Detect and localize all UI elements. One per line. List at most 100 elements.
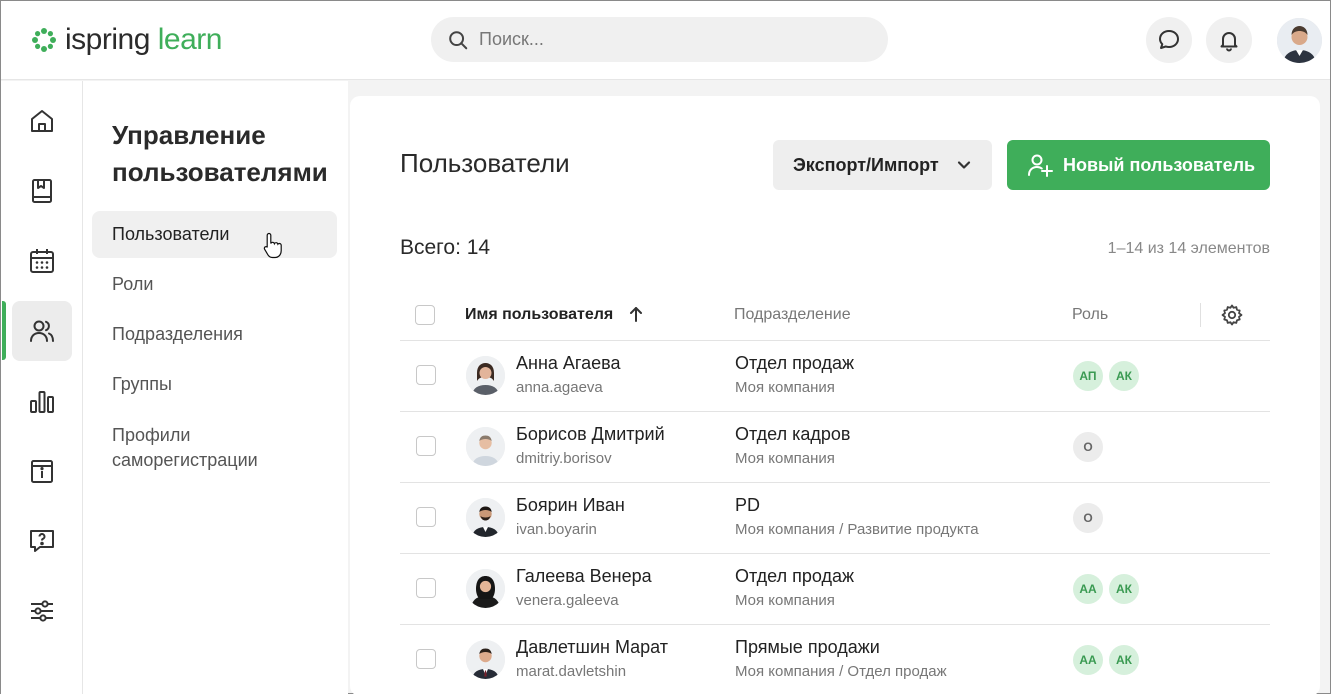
rail-item-calendar[interactable] — [12, 231, 72, 291]
user-login: ivan.boyarin — [516, 521, 597, 538]
department-name: PD — [735, 495, 761, 515]
row-checkbox[interactable] — [416, 507, 436, 527]
search-box[interactable] — [431, 17, 888, 62]
rail-item-help[interactable] — [12, 511, 72, 571]
role-badge: АК — [1109, 645, 1139, 675]
rail-item-info[interactable] — [12, 441, 72, 501]
app-logo[interactable]: ispring learn — [31, 23, 222, 57]
logo-mark-icon — [32, 28, 56, 52]
export-import-label: Экспорт/Импорт — [793, 154, 939, 175]
role-badge: АА — [1073, 645, 1103, 675]
row-checkbox[interactable] — [416, 649, 436, 669]
rail-item-settings[interactable] — [12, 581, 72, 641]
table-row[interactable]: Галеева Венера venera.galeeva Отдел прод… — [400, 554, 1270, 625]
page-title: Пользователи — [400, 148, 570, 178]
role-badges: О — [1073, 503, 1103, 533]
role-badges: О — [1073, 432, 1103, 462]
role-badges: АА АК — [1073, 574, 1139, 604]
users-icon — [30, 320, 54, 342]
role-badge: О — [1073, 503, 1103, 533]
calendar-icon — [30, 249, 54, 273]
avatar — [466, 569, 505, 608]
department-name: Отдел продаж — [735, 353, 854, 373]
avatar — [466, 356, 505, 395]
department-path: Моя компания — [735, 592, 835, 609]
subnav-item-roles[interactable]: Роли — [92, 261, 337, 308]
avatar — [466, 640, 505, 679]
settings-sliders-icon — [31, 600, 53, 622]
column-header-role[interactable]: Роль — [1072, 306, 1108, 324]
total-count: Всего: 14 — [400, 236, 491, 259]
active-indicator — [2, 301, 6, 360]
chat-button[interactable] — [1146, 17, 1192, 63]
column-header-name[interactable]: Имя пользователя — [465, 306, 613, 324]
info-board-icon — [31, 460, 53, 483]
avatar — [466, 427, 505, 466]
table-header: Имя пользователя Подразделение Роль — [400, 296, 1270, 341]
row-checkbox[interactable] — [416, 436, 436, 456]
department-path: Моя компания / Отдел продаж — [735, 663, 947, 680]
role-badges: АП АК — [1073, 361, 1139, 391]
hand-cursor-icon — [263, 232, 282, 259]
role-badge: АА — [1073, 574, 1103, 604]
user-login: anna.agaeva — [516, 379, 603, 396]
bell-icon — [1220, 32, 1238, 52]
subnav-item-self-registration[interactable]: Профили саморегистрации — [92, 422, 302, 480]
icon-rail — [1, 81, 83, 694]
department-path: Моя компания — [735, 450, 835, 467]
role-badge: О — [1073, 432, 1103, 462]
user-name[interactable]: Галеева Венера — [516, 566, 652, 587]
table-row[interactable]: Анна Агаева anna.agaeva Отдел продаж Моя… — [400, 341, 1270, 412]
table-row[interactable]: Борисов Дмитрий dmitriy.borisov Отдел ка… — [400, 412, 1270, 483]
rail-item-courses[interactable] — [12, 161, 72, 221]
user-login: marat.davletshin — [516, 663, 627, 680]
table-row[interactable]: Боярин Иван ivan.boyarin PD Моя компания… — [400, 483, 1270, 554]
user-name[interactable]: Давлетшин Марат — [516, 637, 668, 658]
help-icon — [30, 530, 54, 552]
chat-icon — [1159, 30, 1179, 49]
user-name[interactable]: Боярин Иван — [516, 495, 625, 516]
notifications-button[interactable] — [1206, 17, 1252, 63]
table-row[interactable]: Давлетшин Марат marat.davletshin Прямые … — [400, 625, 1270, 694]
home-icon — [31, 110, 53, 132]
row-checkbox[interactable] — [416, 578, 436, 598]
avatar-photo — [1277, 18, 1322, 63]
user-name[interactable]: Борисов Дмитрий — [516, 424, 665, 445]
logo-text: ispring learn — [65, 23, 222, 56]
column-divider — [1200, 303, 1201, 327]
rail-item-reports[interactable] — [12, 371, 72, 431]
role-badge: АП — [1073, 361, 1103, 391]
section-title: Управление пользователями — [112, 120, 328, 187]
subnav-item-users[interactable]: Пользователи — [92, 211, 337, 258]
chart-icon — [30, 391, 54, 413]
search-icon — [449, 30, 468, 49]
subnav-item-departments[interactable]: Подразделения — [92, 311, 337, 358]
role-badges: АА АК — [1073, 645, 1139, 675]
user-avatar[interactable] — [1277, 18, 1322, 63]
rail-item-users[interactable] — [12, 301, 72, 361]
user-login: venera.galeeva — [516, 592, 619, 609]
new-user-label: Новый пользователь — [1063, 154, 1256, 175]
row-checkbox[interactable] — [416, 365, 436, 385]
select-all-checkbox[interactable] — [415, 305, 435, 325]
search-input[interactable] — [479, 29, 859, 50]
sort-ascending-icon[interactable] — [628, 305, 644, 323]
rail-item-home[interactable] — [12, 91, 72, 151]
pagination-range: 1–14 из 14 элементов — [1107, 240, 1270, 257]
gear-icon[interactable] — [1220, 303, 1244, 327]
export-import-button[interactable]: Экспорт/Импорт — [773, 140, 992, 190]
department-path: Моя компания / Развитие продукта — [735, 521, 979, 538]
department-path: Моя компания — [735, 379, 835, 396]
user-name[interactable]: Анна Агаева — [516, 353, 620, 374]
new-user-button[interactable]: Новый пользователь — [1007, 140, 1270, 190]
user-login: dmitriy.borisov — [516, 450, 612, 467]
user-management-nav: Управление пользователями Пользователи Р… — [83, 81, 348, 694]
top-header: ispring learn — [1, 1, 1330, 80]
department-name: Отдел кадров — [735, 424, 851, 444]
add-user-icon — [1028, 154, 1053, 177]
avatar — [466, 498, 505, 537]
column-header-department[interactable]: Подразделение — [734, 306, 851, 324]
subnav-item-groups[interactable]: Группы — [92, 361, 337, 408]
role-badge: АК — [1109, 574, 1139, 604]
role-badge: АК — [1109, 361, 1139, 391]
